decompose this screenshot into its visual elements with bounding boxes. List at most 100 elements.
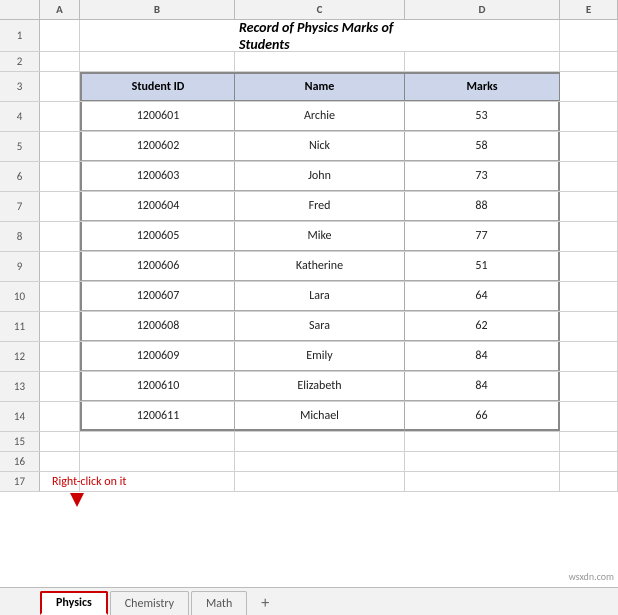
cell-d9[interactable]: 51: [405, 252, 560, 281]
row-num-12: 12: [0, 342, 40, 371]
cell-a11[interactable]: [40, 312, 80, 341]
col-header-b: B: [80, 0, 235, 19]
cell-c14[interactable]: Michael: [235, 402, 405, 431]
cell-d16[interactable]: [405, 452, 560, 471]
cell-e10: [560, 282, 618, 311]
cell-b15[interactable]: [80, 432, 235, 451]
cell-e7: [560, 192, 618, 221]
cell-b13[interactable]: 1200610: [80, 372, 235, 401]
cell-c8[interactable]: Mike: [235, 222, 405, 251]
row-num-17: 17: [0, 472, 40, 491]
row-2: 2: [0, 52, 618, 72]
row-7: 7 1200604 Fred 88: [0, 192, 618, 222]
tab-chemistry[interactable]: Chemistry: [110, 591, 189, 615]
cell-c15[interactable]: [235, 432, 405, 451]
cell-c9[interactable]: Katherine: [235, 252, 405, 281]
col-header-a: A: [40, 0, 80, 19]
arrow-down-icon: [70, 493, 84, 507]
cell-e2: [560, 52, 618, 71]
tab-math[interactable]: Math: [191, 591, 247, 615]
cell-d6[interactable]: 73: [405, 162, 560, 191]
cell-e3: [560, 72, 618, 101]
cell-a3[interactable]: [40, 72, 80, 101]
grid-body: 1 Record of Physics Marks of Students 2 …: [0, 20, 618, 615]
cell-d17[interactable]: [405, 472, 560, 491]
cell-a12[interactable]: [40, 342, 80, 371]
cell-c5[interactable]: Nick: [235, 132, 405, 161]
cell-a9[interactable]: [40, 252, 80, 281]
cell-d11[interactable]: 62: [405, 312, 560, 341]
row-num-2: 2: [0, 52, 40, 71]
cell-c17[interactable]: [235, 472, 405, 491]
cell-a8[interactable]: [40, 222, 80, 251]
cell-e9: [560, 252, 618, 281]
col-header-c: C: [235, 0, 405, 19]
cell-c12[interactable]: Emily: [235, 342, 405, 371]
cell-b8[interactable]: 1200605: [80, 222, 235, 251]
cell-c2[interactable]: [235, 52, 405, 71]
cell-a4[interactable]: [40, 102, 80, 131]
row-4: 4 1200601 Archie 53: [0, 102, 618, 132]
cell-b9[interactable]: 1200606: [80, 252, 235, 281]
cell-d14[interactable]: 66: [405, 402, 560, 431]
cell-a5[interactable]: [40, 132, 80, 161]
cell-c10[interactable]: Lara: [235, 282, 405, 311]
cell-a1[interactable]: [40, 20, 80, 51]
cell-b7[interactable]: 1200604: [80, 192, 235, 221]
cell-c3-header: Name: [235, 72, 405, 101]
cell-d4[interactable]: 53: [405, 102, 560, 131]
row-num-15: 15: [0, 432, 40, 451]
cell-e11: [560, 312, 618, 341]
cell-d13[interactable]: 84: [405, 372, 560, 401]
cell-d2[interactable]: [405, 52, 560, 71]
cell-c16[interactable]: [235, 452, 405, 471]
cell-e5: [560, 132, 618, 161]
cell-b6[interactable]: 1200603: [80, 162, 235, 191]
cell-d15[interactable]: [405, 432, 560, 451]
cell-a6[interactable]: [40, 162, 80, 191]
cell-a14[interactable]: [40, 402, 80, 431]
cell-d10[interactable]: 64: [405, 282, 560, 311]
data-rows: 4 1200601 Archie 53 5 1200602 Nick 58 6 …: [0, 102, 618, 432]
cell-e14: [560, 402, 618, 431]
row-5: 5 1200602 Nick 58: [0, 132, 618, 162]
cell-d8[interactable]: 77: [405, 222, 560, 251]
row-num-3: 3: [0, 72, 40, 101]
cell-d5[interactable]: 58: [405, 132, 560, 161]
cell-b16[interactable]: [80, 452, 235, 471]
cell-a16[interactable]: [40, 452, 80, 471]
cell-a13[interactable]: [40, 372, 80, 401]
row-num-4: 4: [0, 102, 40, 131]
cell-c7[interactable]: Fred: [235, 192, 405, 221]
row-12: 12 1200609 Emily 84: [0, 342, 618, 372]
cell-b11[interactable]: 1200608: [80, 312, 235, 341]
row-3-header: 3 Student ID Name Marks: [0, 72, 618, 102]
cell-b4[interactable]: 1200601: [80, 102, 235, 131]
cell-a7[interactable]: [40, 192, 80, 221]
cell-c13[interactable]: Elizabeth: [235, 372, 405, 401]
cell-a15[interactable]: [40, 432, 80, 451]
cell-c6[interactable]: John: [235, 162, 405, 191]
cell-b5[interactable]: 1200602: [80, 132, 235, 161]
row-16: 16: [0, 452, 618, 472]
add-sheet-button[interactable]: +: [253, 591, 277, 615]
cell-b2[interactable]: [80, 52, 235, 71]
cell-b12[interactable]: 1200609: [80, 342, 235, 371]
tab-physics[interactable]: Physics: [40, 591, 108, 615]
cell-a10[interactable]: [40, 282, 80, 311]
spreadsheet: A B C D E 1 Record of Physics Marks of S…: [0, 0, 618, 615]
cell-b10[interactable]: 1200607: [80, 282, 235, 311]
cell-d7[interactable]: 88: [405, 192, 560, 221]
cell-b14[interactable]: 1200611: [80, 402, 235, 431]
cell-d12[interactable]: 84: [405, 342, 560, 371]
row-14: 14 1200611 Michael 66: [0, 402, 618, 432]
sheet-tabs: Physics Chemistry Math +: [0, 587, 618, 615]
cell-a2[interactable]: [40, 52, 80, 71]
cell-c4[interactable]: Archie: [235, 102, 405, 131]
cell-e16: [560, 452, 618, 471]
row-num-10: 10: [0, 282, 40, 311]
column-headers: A B C D E: [0, 0, 618, 20]
row-11: 11 1200608 Sara 62: [0, 312, 618, 342]
row-15: 15: [0, 432, 618, 452]
cell-c11[interactable]: Sara: [235, 312, 405, 341]
